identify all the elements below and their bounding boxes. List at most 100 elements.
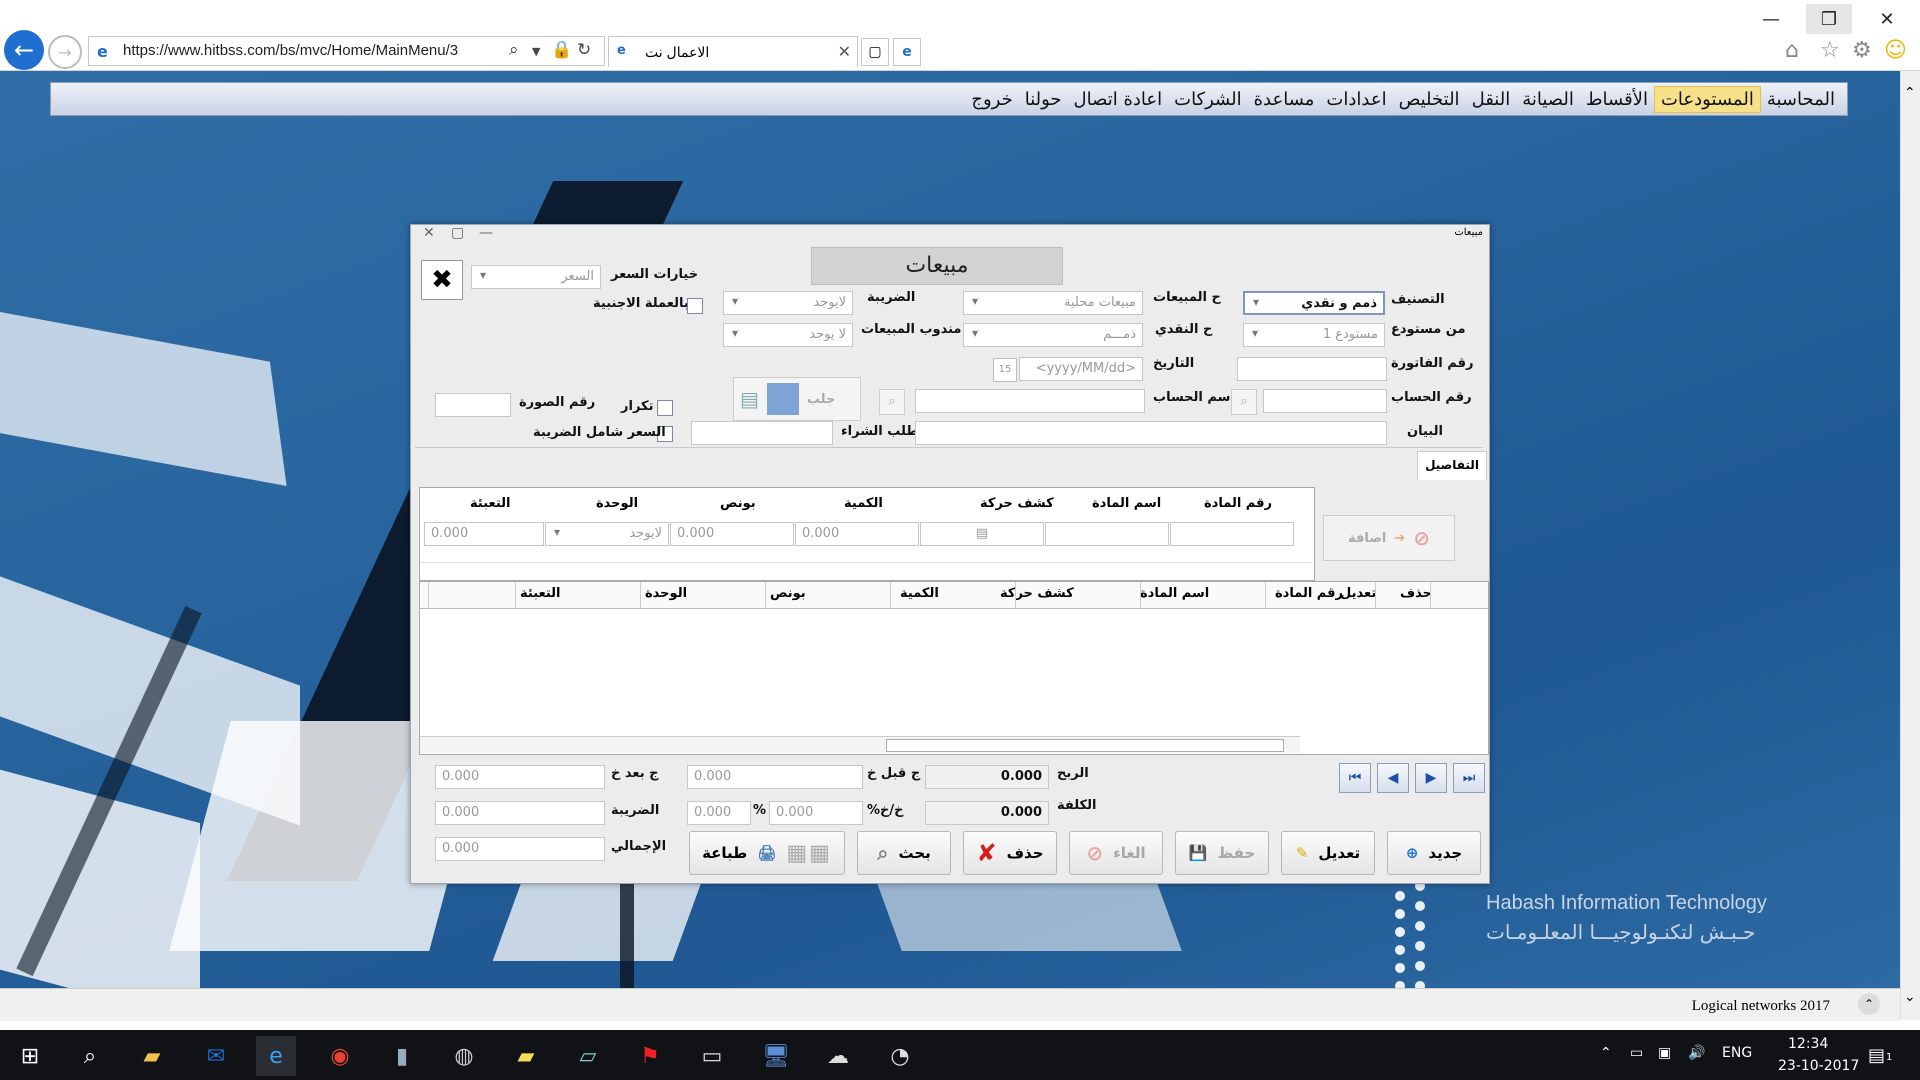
home-icon[interactable]: ⌂: [1785, 38, 1799, 63]
new-button[interactable]: جديد ⊕: [1387, 831, 1481, 875]
tools-icon[interactable]: ✖: [421, 260, 463, 300]
forward-button[interactable]: →: [48, 35, 82, 69]
first-record-icon[interactable]: ⏮: [1339, 763, 1371, 793]
search-icon[interactable]: ⌕: [509, 40, 519, 60]
from-warehouse-select[interactable]: مستودع 1: [1243, 323, 1385, 347]
file-explorer-icon[interactable]: ▰: [132, 1036, 172, 1076]
remote-desktop-icon[interactable]: 🖥: [756, 1036, 796, 1076]
statement-input[interactable]: [915, 421, 1387, 445]
lock-icon[interactable]: 🔒: [551, 40, 572, 60]
scrollbar-thumb[interactable]: [886, 739, 1284, 752]
discount-value-input[interactable]: 0.000: [769, 801, 863, 825]
ie-tab-icon[interactable]: e: [893, 38, 921, 66]
dialog-maximize-icon[interactable]: ▢: [451, 225, 464, 241]
windows-start-icon[interactable]: ⊞: [10, 1036, 50, 1076]
app-icon[interactable]: ▮: [382, 1036, 422, 1076]
menu-item[interactable]: النقل: [1466, 87, 1517, 112]
clock-date[interactable]: 23-10-2017: [1778, 1058, 1859, 1074]
cancel-button[interactable]: الغاء ⊘: [1069, 831, 1163, 875]
browser-tab[interactable]: e الاعمال نت ✕: [608, 36, 858, 67]
date-input[interactable]: <yyyy/MM/dd>: [1019, 357, 1143, 381]
classification-select[interactable]: ذمم و نقدي: [1243, 291, 1385, 315]
scroll-down-icon[interactable]: ⌄: [1904, 989, 1916, 1005]
foreign-currency-checkbox[interactable]: [687, 298, 703, 314]
tab-details[interactable]: التفاصيل: [1417, 451, 1487, 480]
purchase-request-input[interactable]: [691, 421, 833, 445]
scroll-up-icon[interactable]: ⌃: [1904, 85, 1916, 101]
menu-item[interactable]: اعادة اتصال: [1068, 87, 1169, 112]
acrobat-icon[interactable]: ⚑: [630, 1036, 670, 1076]
page-scrollbar[interactable]: ⌃ ⌄: [1900, 71, 1920, 1020]
clock-time[interactable]: 12:34: [1788, 1036, 1828, 1052]
close-tab-icon[interactable]: ✕: [838, 42, 851, 61]
menu-item[interactable]: خروج: [965, 87, 1018, 112]
save-button[interactable]: حفظ 💾: [1175, 831, 1269, 875]
menu-item[interactable]: مساعدة: [1248, 87, 1321, 112]
invoice-number-input[interactable]: [1237, 357, 1387, 381]
entry-scrollbar[interactable]: [420, 562, 1312, 577]
app-icon[interactable]: ◔: [880, 1036, 920, 1076]
app-icon[interactable]: ▱: [568, 1036, 608, 1076]
refresh-icon[interactable]: ↻: [577, 40, 591, 60]
last-record-icon[interactable]: ⏭: [1453, 763, 1485, 793]
language-indicator[interactable]: ENG: [1722, 1045, 1752, 1061]
terminal-icon[interactable]: ▭: [692, 1036, 732, 1076]
back-button[interactable]: ←: [4, 30, 44, 70]
price-options-select[interactable]: السعر: [471, 265, 601, 289]
minimize-button[interactable]: —: [1748, 4, 1794, 34]
menu-item[interactable]: المحاسبة: [1761, 87, 1841, 112]
menu-item[interactable]: الصيانة: [1516, 87, 1580, 112]
dialog-close-icon[interactable]: ✕: [423, 225, 435, 241]
edit-button[interactable]: تعديل ✎: [1281, 831, 1375, 875]
menu-item[interactable]: التخليص: [1393, 87, 1466, 112]
item-name-input[interactable]: [1045, 522, 1169, 546]
address-bar[interactable]: e https://www.hitbss.com/bs/mvc/Home/Mai…: [88, 36, 605, 66]
account-number-input[interactable]: [1263, 389, 1387, 413]
restore-button[interactable]: ❐: [1806, 4, 1852, 34]
menu-item[interactable]: المستودعات: [1653, 85, 1761, 113]
menu-item[interactable]: الشركات: [1168, 87, 1247, 112]
sticky-notes-icon[interactable]: ▰: [506, 1036, 546, 1076]
add-button[interactable]: اضافة ➔ ⊘: [1323, 515, 1455, 561]
chrome-icon[interactable]: ◉: [320, 1036, 360, 1076]
account-number-search-icon[interactable]: ⌕: [1231, 389, 1257, 415]
tax-select[interactable]: لايوجد: [723, 291, 853, 315]
settings-gear-icon[interactable]: ⚙: [1852, 38, 1872, 63]
app-icon[interactable]: ☁: [818, 1036, 858, 1076]
sales-rep-select[interactable]: لا يوجد: [723, 323, 853, 347]
fetch-button[interactable]: ▤ جلب: [733, 377, 861, 421]
outlook-icon[interactable]: ✉: [196, 1036, 236, 1076]
account-name-input[interactable]: [915, 389, 1145, 413]
menu-item[interactable]: حولنا: [1019, 87, 1068, 112]
new-tab-button[interactable]: ▢: [861, 38, 889, 66]
next-record-icon[interactable]: ▶: [1415, 763, 1447, 793]
discount-percent-input[interactable]: 0.000: [687, 801, 751, 825]
scroll-top-icon[interactable]: ⌃: [1858, 993, 1880, 1015]
items-grid-scrollbar[interactable]: [420, 736, 1300, 753]
menu-item[interactable]: اعدادات: [1320, 87, 1392, 112]
movement-report-button[interactable]: ▤: [920, 522, 1044, 546]
repeat-checkbox[interactable]: [657, 400, 673, 416]
menu-item[interactable]: الأقساط: [1580, 87, 1654, 112]
close-window-button[interactable]: ✕: [1864, 4, 1910, 34]
grand-total-input[interactable]: 0.000: [435, 837, 605, 861]
search-button[interactable]: بحث ⌕: [857, 831, 951, 875]
print-button[interactable]: ▦▦ 🖨 طباعة: [689, 831, 845, 875]
favorites-star-icon[interactable]: ☆: [1820, 38, 1840, 63]
quantity-input[interactable]: 0.000: [795, 522, 919, 546]
network-icon[interactable]: ▣: [1658, 1045, 1671, 1061]
calendar-icon[interactable]: 15: [993, 358, 1017, 382]
tray-chevron-icon[interactable]: ⌃: [1600, 1045, 1612, 1061]
cash-account-select[interactable]: ذمـــم: [963, 323, 1143, 347]
bonus-input[interactable]: 0.000: [670, 522, 794, 546]
battery-icon[interactable]: ▭: [1630, 1045, 1643, 1061]
url-text[interactable]: https://www.hitbss.com/bs/mvc/Home/MainM…: [123, 42, 458, 59]
volume-icon[interactable]: 🔊: [1688, 1045, 1705, 1061]
image-number-input[interactable]: [435, 393, 511, 417]
app-icon[interactable]: ◍: [444, 1036, 484, 1076]
sales-account-select[interactable]: مبيعات محلية: [963, 291, 1143, 315]
notifications-icon[interactable]: ▤: [1868, 1045, 1885, 1066]
unit-select[interactable]: لايوجد: [545, 522, 669, 546]
delete-button[interactable]: حذف ✘: [963, 831, 1057, 875]
smiley-feedback-icon[interactable]: ☺: [1884, 38, 1907, 63]
